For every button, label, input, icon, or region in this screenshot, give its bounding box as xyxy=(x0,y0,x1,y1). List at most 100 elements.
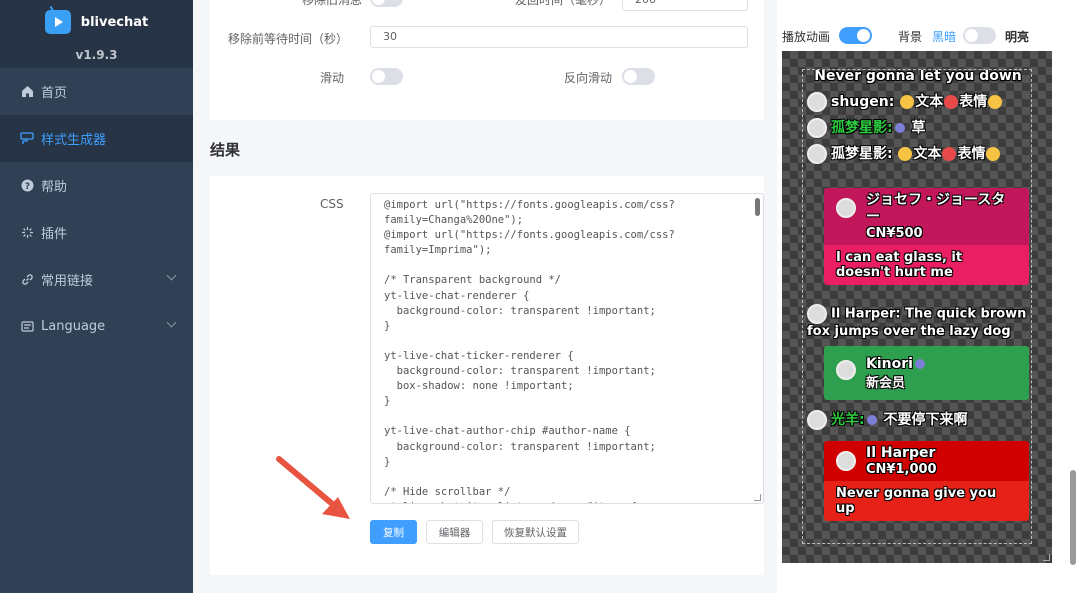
link-icon xyxy=(20,273,34,287)
superchat-author: ジョセフ・ジョースター xyxy=(866,192,1006,225)
fade-time-label: 友回时间（毫秒） xyxy=(515,0,612,7)
result-title: 结果 xyxy=(210,141,241,159)
sidebar-item-help[interactable]: ? 帮助 xyxy=(0,162,193,209)
sidebar-item-home[interactable]: 首页 xyxy=(0,68,193,115)
superchat-message: Never gonna give you up xyxy=(824,481,1029,521)
avatar xyxy=(807,118,827,138)
css-code: @import url("https://fonts.googleapis.co… xyxy=(384,199,675,503)
sidebar: blivechat v1.9.3 首页 样式生成器 ? 帮助 插件 常用链接 L… xyxy=(0,0,193,593)
chat-preview-stage: Never gonna let you down shugen: 文本 表情 孤梦… xyxy=(782,51,1052,563)
sidebar-item-label: 首页 xyxy=(41,86,68,101)
chat-message: Never gonna let you down xyxy=(814,69,1022,84)
remove-old-switch[interactable] xyxy=(370,0,403,7)
superchat-header: Il Harper CN¥1,000 xyxy=(824,441,1029,481)
play-animation-label: 播放动画 xyxy=(782,30,831,44)
sidebar-item-language[interactable]: Language xyxy=(0,303,193,350)
member-badge-icon xyxy=(866,415,877,425)
author-name: 光羊: xyxy=(831,412,865,428)
resize-handle-icon[interactable] xyxy=(1043,554,1050,561)
superchat-card: Il Harper CN¥1,000 Never gonna give you … xyxy=(824,441,1029,521)
chat-preview-frame: Never gonna let you down shugen: 文本 表情 孤梦… xyxy=(802,69,1032,544)
message-text: 草 xyxy=(911,120,926,136)
member-text: 新会员 xyxy=(866,376,906,391)
copy-button[interactable]: 复制 xyxy=(370,520,417,544)
message-text: 文本 xyxy=(913,146,942,162)
superchat-amount: CN¥1,000 xyxy=(866,462,937,477)
resize-handle-icon[interactable] xyxy=(754,494,761,501)
sidebar-item-style-generator[interactable]: 样式生成器 xyxy=(0,115,193,162)
avatar xyxy=(836,360,856,380)
cat-emoji-icon xyxy=(898,147,913,161)
sidebar-item-links[interactable]: 常用链接 xyxy=(0,256,193,303)
result-card: CSS @import url("https://fonts.googleapi… xyxy=(210,176,764,575)
chat-message: 孤梦星影: 草 xyxy=(807,118,1029,138)
avatar xyxy=(807,144,827,164)
emoji-icon xyxy=(942,147,957,161)
chevron-down-icon xyxy=(166,317,177,328)
sidebar-item-label: 插件 xyxy=(41,227,68,242)
sidebar-item-label: Language xyxy=(41,319,106,334)
author-name: Il Harper: xyxy=(831,306,901,322)
preview-scrollbar[interactable] xyxy=(1070,470,1076,565)
tv-logo-icon xyxy=(44,10,71,34)
emoji-icon xyxy=(988,95,1003,109)
avatar xyxy=(836,198,856,218)
reverse-slide-switch[interactable] xyxy=(622,68,655,85)
home-icon xyxy=(20,85,34,99)
app-version: v1.9.3 xyxy=(75,48,118,62)
slide-label: 滑动 xyxy=(320,71,345,85)
app-name: blivechat xyxy=(80,14,149,30)
superchat-message: I can eat glass, it doesn't hurt me xyxy=(824,245,1029,285)
language-icon xyxy=(20,320,34,334)
css-output-textarea[interactable]: @import url("https://fonts.googleapis.co… xyxy=(370,193,764,504)
avatar xyxy=(836,451,856,471)
emoji-icon xyxy=(944,95,959,109)
member-card: Kinori 新会员 xyxy=(824,346,1029,400)
background-switch[interactable] xyxy=(963,27,996,44)
textarea-scrollbar[interactable] xyxy=(755,198,760,216)
chat-message: shugen: 文本 表情 xyxy=(807,92,1029,112)
sidebar-item-label: 样式生成器 xyxy=(41,133,107,148)
plugin-icon xyxy=(20,226,34,240)
slide-switch[interactable] xyxy=(370,68,403,85)
author-name: shugen: xyxy=(831,94,895,110)
css-label: CSS xyxy=(320,197,344,211)
member-badge-icon xyxy=(914,359,925,369)
message-text: 表情 xyxy=(957,146,986,162)
superchat-author: Il Harper xyxy=(866,445,936,461)
sidebar-item-label: 常用链接 xyxy=(41,274,94,289)
brand: blivechat v1.9.3 xyxy=(0,0,193,68)
play-animation-switch[interactable] xyxy=(839,27,872,44)
chat-message: 光羊: 不要停下来啊 xyxy=(807,410,1029,430)
member-header: Kinori 新会员 xyxy=(824,346,1029,395)
emoji-icon xyxy=(986,147,1001,161)
sidebar-item-label: 帮助 xyxy=(41,180,68,195)
palette-icon xyxy=(20,132,34,146)
superchat-header: ジョセフ・ジョースター CN¥500 xyxy=(824,188,1029,245)
message-text: 表情 xyxy=(959,94,988,110)
editor-button[interactable]: 编辑器 xyxy=(426,520,483,544)
message-text: 不要停下来啊 xyxy=(883,412,968,428)
sidebar-menu: 首页 样式生成器 ? 帮助 插件 常用链接 Language xyxy=(0,68,193,350)
fade-time-input[interactable]: 200 xyxy=(622,0,748,11)
wait-time-label: 移除前等待时间（秒） xyxy=(228,32,349,46)
avatar xyxy=(807,410,827,430)
author-name: 孤梦星影: xyxy=(831,120,893,136)
chat-message: Il Harper: The quick brown fox jumps ove… xyxy=(807,304,1029,340)
bright-bg-label[interactable]: 明亮 xyxy=(1005,28,1029,45)
member-badge-icon xyxy=(894,123,905,133)
chevron-down-icon xyxy=(166,270,177,281)
superchat-amount: CN¥500 xyxy=(866,226,923,241)
cat-emoji-icon xyxy=(900,95,915,109)
superchat-card: ジョセフ・ジョースター CN¥500 I can eat glass, it d… xyxy=(824,188,1029,285)
chat-message: 孤梦星影: 文本 表情 xyxy=(807,144,1029,164)
wait-time-input[interactable]: 30 xyxy=(370,26,748,48)
message-text: 文本 xyxy=(915,94,944,110)
background-label: 背景 xyxy=(898,30,923,44)
dark-bg-label[interactable]: 黑暗 xyxy=(932,28,956,45)
help-icon: ? xyxy=(20,179,34,193)
reset-defaults-button[interactable]: 恢复默认设置 xyxy=(492,520,579,544)
author-name: 孤梦星影: xyxy=(831,146,893,162)
remove-old-label: 移除旧消息 xyxy=(302,0,363,7)
sidebar-item-plugins[interactable]: 插件 xyxy=(0,209,193,256)
